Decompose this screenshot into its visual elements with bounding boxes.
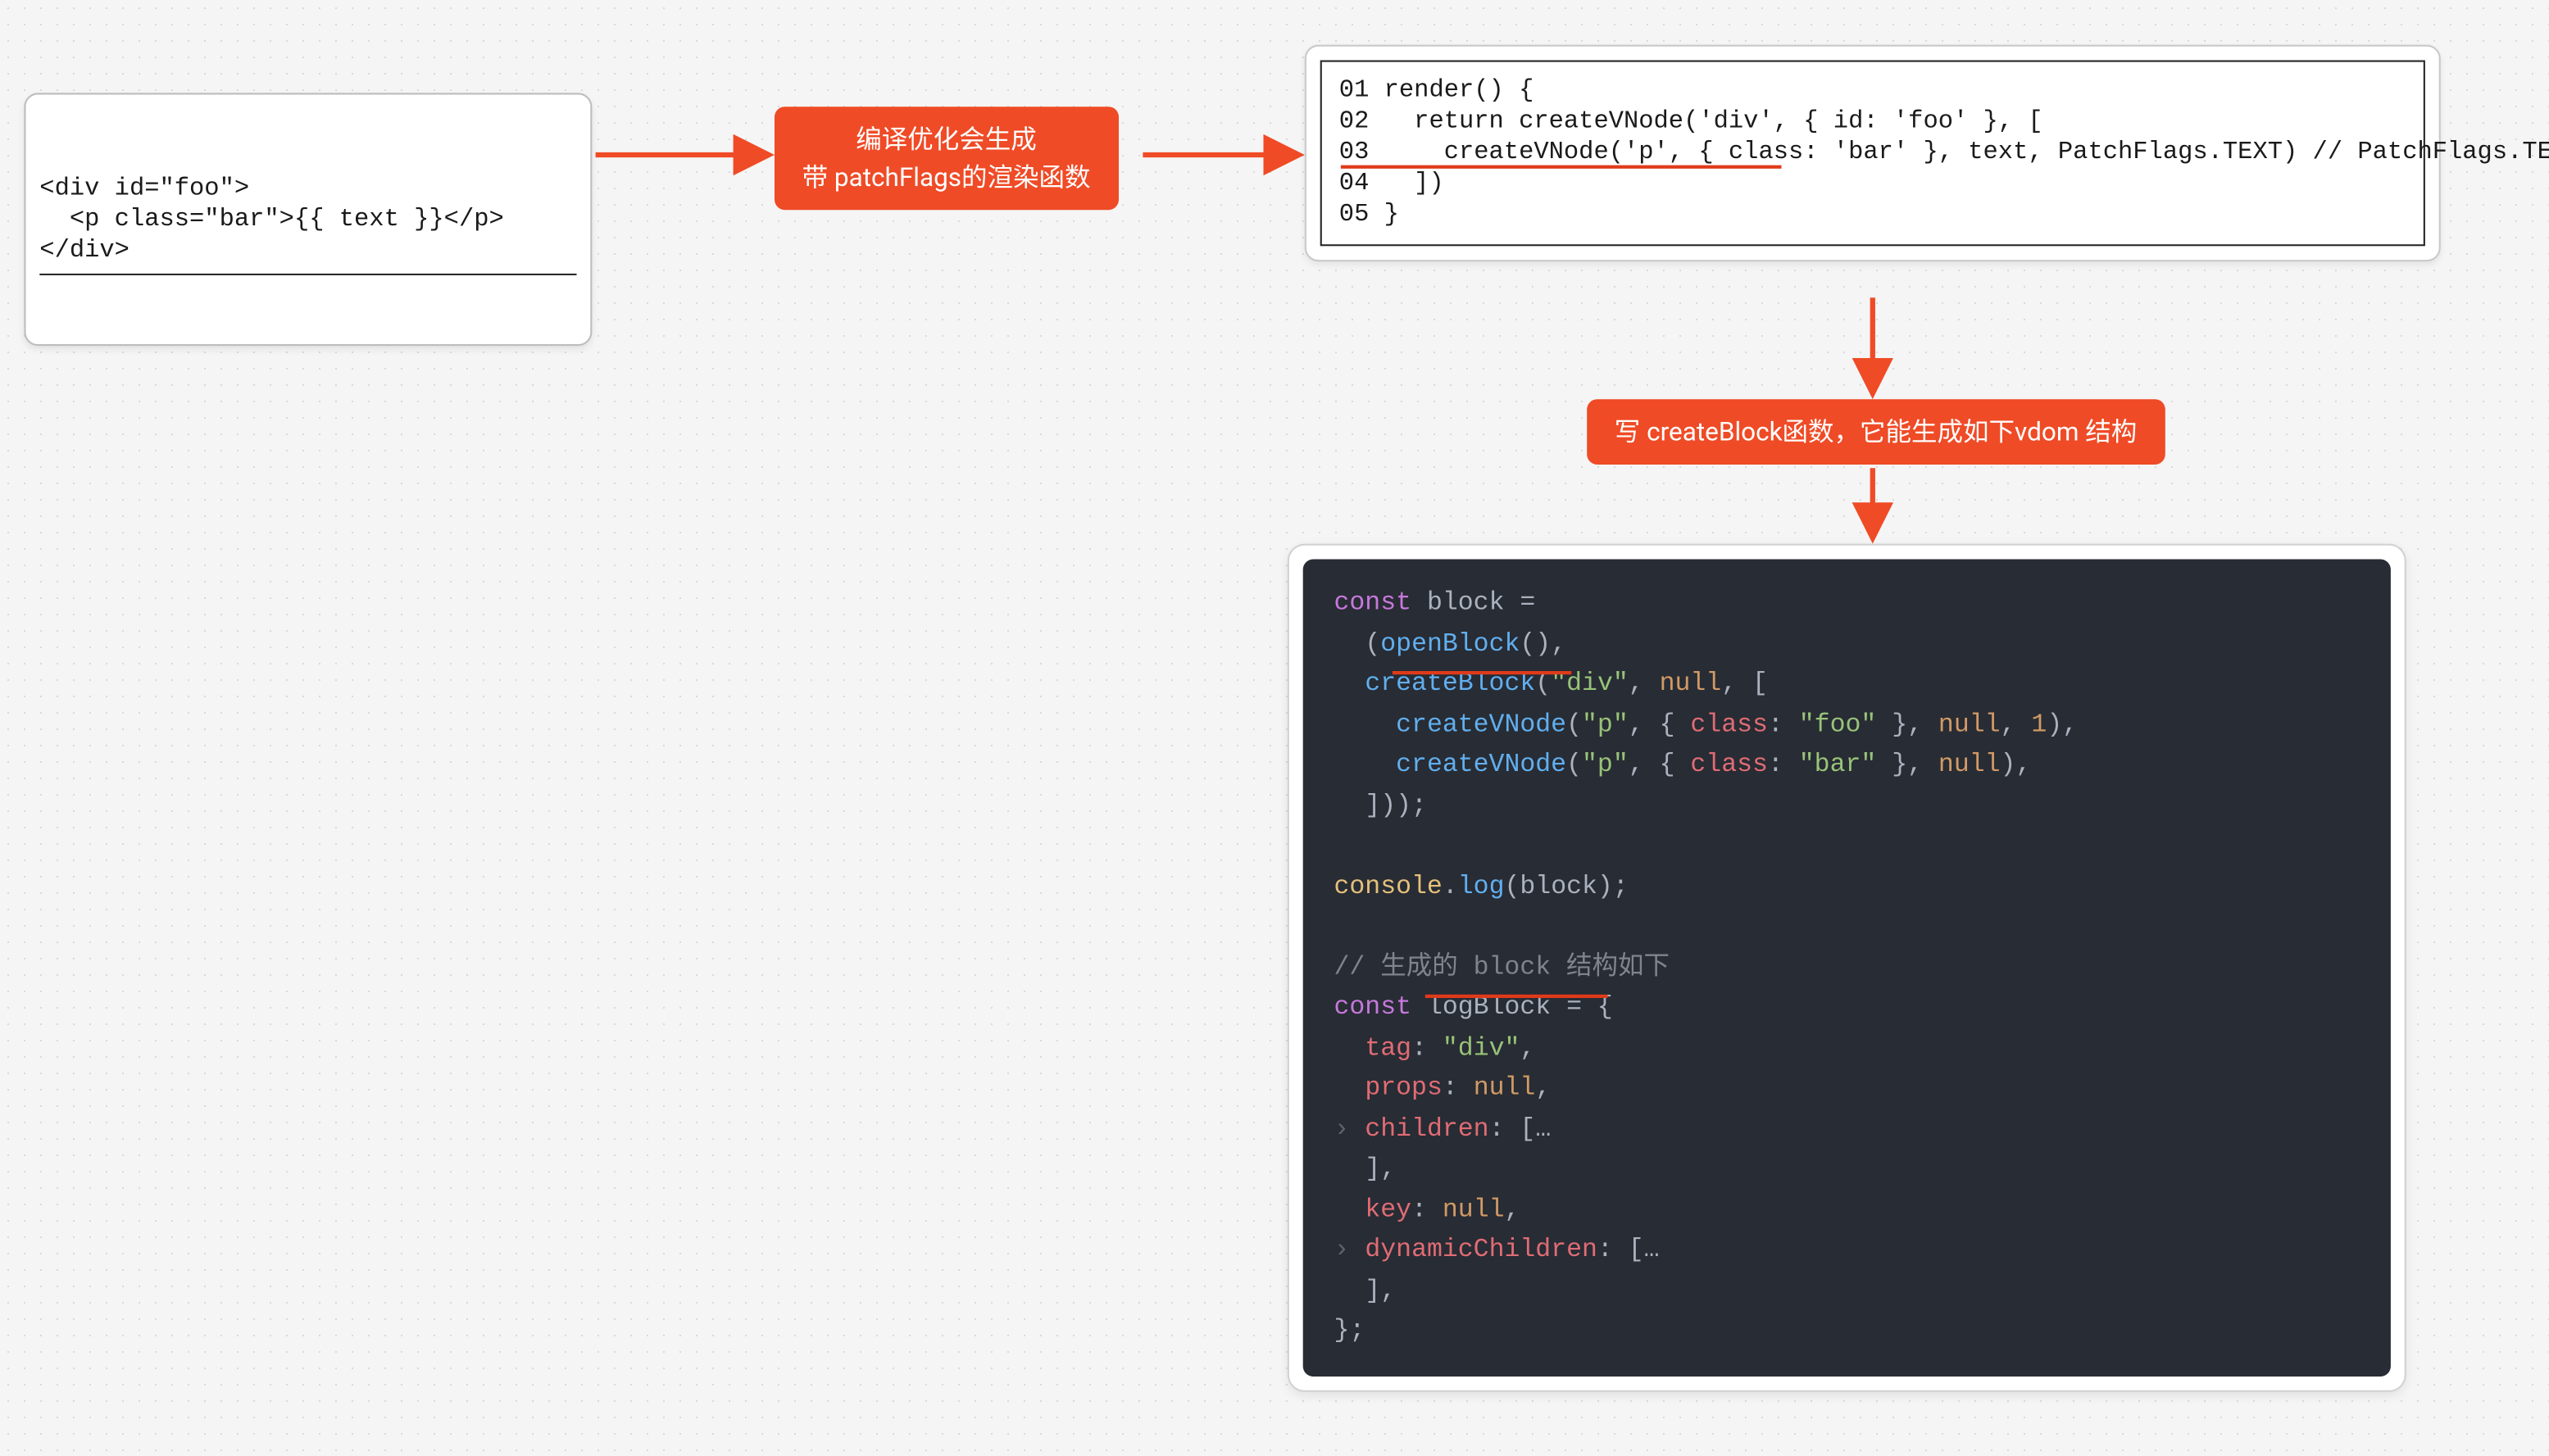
underline-annotation — [1425, 995, 1608, 998]
token-null: null — [1660, 669, 1722, 699]
template-source-box: <div id="foo"> <p class="bar">{{ text }}… — [24, 93, 592, 346]
token-null: null — [1938, 710, 2001, 739]
token-prop: class — [1690, 751, 1768, 780]
compile-optimize-label: 编译优化会生成 带 patchFlags的渲染函数 — [775, 107, 1118, 210]
token-prop: dynamicChildren — [1365, 1236, 1597, 1265]
token-ident: block — [1427, 588, 1505, 618]
token-string: "div" — [1443, 1033, 1520, 1063]
token-console: console — [1334, 872, 1443, 901]
token-punc: = — [1504, 588, 1535, 618]
underline-annotation — [1341, 165, 1782, 168]
token-keyword: const — [1334, 993, 1412, 1023]
code-line: <p class="bar">{{ text }}</p> — [39, 206, 503, 234]
label-text: 写 createBlock函数，它能生成如下vdom 结构 — [1615, 416, 2137, 447]
token-prop: class — [1690, 710, 1768, 739]
token-keyword: const — [1334, 588, 1412, 618]
block-structure-code: const block = (openBlock(), createBlock(… — [1303, 559, 2391, 1375]
token-null: null — [1938, 751, 2001, 780]
code-line-underlined: PatchFlags.TEXT 就是补丁标志 — [2357, 139, 2549, 167]
code-line: </div> — [39, 238, 129, 265]
token-string: "p" — [1582, 710, 1629, 739]
code-line: 02 return createVNode('div', { id: 'foo'… — [1339, 108, 2043, 136]
label-line: 编译优化会生成 — [802, 120, 1091, 158]
token-prop: tag — [1365, 1033, 1411, 1063]
underline-annotation — [1393, 671, 1571, 674]
render-output-card: 01 render() { 02 return createVNode('div… — [1305, 45, 2441, 262]
code-line: <div id="foo"> — [39, 175, 249, 203]
token-null: null — [1474, 1073, 1536, 1103]
token-fn: openBlock — [1380, 629, 1520, 659]
token-prop: props — [1365, 1073, 1443, 1103]
token-fn: createVNode — [1396, 710, 1566, 739]
block-structure-card: const block = (openBlock(), createBlock(… — [1288, 544, 2406, 1391]
token-number: 1 — [2031, 710, 2047, 739]
template-source-code: <div id="foo"> <p class="bar">{{ text }}… — [39, 174, 576, 275]
render-output-code: 01 render() { 02 return createVNode('div… — [1320, 61, 2425, 247]
token-prop: children — [1365, 1114, 1488, 1144]
token-fn: log — [1458, 872, 1505, 901]
token-ellipsis: … — [1644, 1236, 1660, 1265]
token-string: "foo" — [1799, 710, 1877, 739]
token-null: null — [1443, 1195, 1505, 1224]
code-line: 04 ]) — [1339, 170, 1444, 198]
code-line: 01 render() { — [1339, 78, 1534, 106]
code-line: 05 } — [1339, 202, 1399, 229]
token-comment: // 生成的 block 结构如下 — [1334, 952, 1670, 982]
token-string: "p" — [1582, 751, 1629, 780]
token-prop: key — [1365, 1195, 1411, 1224]
token-fn: createVNode — [1396, 751, 1566, 780]
create-block-label: 写 createBlock函数，它能生成如下vdom 结构 — [1587, 399, 2165, 465]
diagram-canvas: <div id="foo"> <p class="bar">{{ text }}… — [0, 0, 2547, 1456]
label-line: 带 patchFlags的渲染函数 — [802, 158, 1091, 196]
code-line: 03 createVNode('p', { class: 'bar' }, te… — [1339, 139, 2358, 167]
token-ellipsis: … — [1535, 1114, 1551, 1144]
token-string: "bar" — [1799, 751, 1877, 780]
